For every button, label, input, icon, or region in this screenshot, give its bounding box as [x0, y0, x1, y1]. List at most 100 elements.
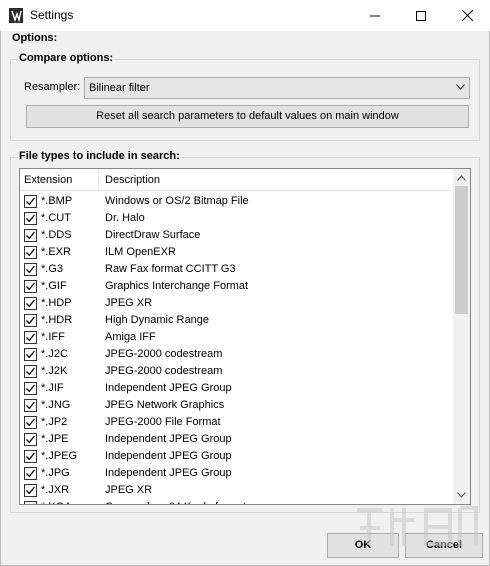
row-extension: *.CUT [41, 212, 71, 224]
title-bar[interactable]: Settings [0, 0, 490, 31]
reset-parameters-button[interactable]: Reset all search parameters to default v… [26, 105, 469, 128]
check-icon [26, 401, 35, 410]
row-description: Independent JPEG Group [105, 467, 232, 479]
file-types-list[interactable]: Extension Description *.BMP Windows or OS… [19, 168, 471, 505]
list-item[interactable]: *.EXR ILM OpenEXR [20, 244, 450, 261]
row-extension: *.JNG [41, 399, 71, 411]
list-item[interactable]: *.JPG Independent JPEG Group [20, 465, 450, 482]
row-extension: *.EXR [41, 246, 71, 258]
app-icon [9, 8, 23, 23]
row-checkbox[interactable] [24, 314, 37, 327]
compare-options-title: Compare options: [18, 52, 115, 64]
column-header-description[interactable]: Description [105, 174, 160, 186]
scroll-up-icon[interactable] [457, 175, 466, 181]
close-button[interactable] [444, 0, 490, 31]
check-icon [26, 333, 35, 342]
column-divider[interactable] [98, 169, 99, 191]
row-checkbox[interactable] [24, 348, 37, 361]
row-checkbox[interactable] [24, 501, 37, 504]
row-checkbox[interactable] [24, 450, 37, 463]
list-item[interactable]: *.JPE Independent JPEG Group [20, 431, 450, 448]
check-icon [26, 350, 35, 359]
row-checkbox[interactable] [24, 467, 37, 480]
row-description: Commodore 64 Koala format [105, 501, 246, 504]
file-types-title: File types to include in search: [18, 150, 181, 162]
list-item[interactable]: *.CUT Dr. Halo [20, 210, 450, 227]
check-icon [26, 197, 35, 206]
row-description: Amiga IFF [105, 331, 156, 343]
row-extension: *.JP2 [41, 416, 68, 428]
check-icon [26, 231, 35, 240]
check-icon [26, 418, 35, 427]
row-extension: *.GIF [41, 280, 67, 292]
check-icon [26, 299, 35, 308]
row-description: JPEG-2000 codestream [105, 365, 223, 377]
column-header-extension[interactable]: Extension [24, 174, 72, 186]
row-extension: *.BMP [41, 195, 73, 207]
row-checkbox[interactable] [24, 399, 37, 412]
list-item[interactable]: *.JNG JPEG Network Graphics [20, 397, 450, 414]
check-icon [33, 503, 35, 504]
list-rows: *.BMP Windows or OS/2 Bitmap File *.CUT Dr.… [20, 193, 450, 504]
list-item[interactable]: *.JP2 JPEG-2000 File Format [20, 414, 450, 431]
check-icon [26, 435, 35, 444]
row-checkbox[interactable] [24, 195, 37, 208]
vertical-scrollbar[interactable] [453, 169, 470, 504]
chevron-down-icon [456, 84, 465, 90]
row-checkbox[interactable] [24, 331, 37, 344]
row-description: Raw Fax format CCITT G3 [105, 263, 236, 275]
row-checkbox[interactable] [24, 280, 37, 293]
check-icon [26, 367, 35, 376]
row-description: JPEG Network Graphics [105, 399, 225, 411]
list-item[interactable]: *.JXR JPEG XR [20, 482, 450, 499]
row-description: ILM OpenEXR [105, 246, 176, 258]
row-checkbox[interactable] [24, 382, 37, 395]
resampler-select[interactable]: Bilinear filter [84, 77, 470, 99]
list-item[interactable]: *.GIF Graphics Interchange Format [20, 278, 450, 295]
row-extension: *.JPEG [41, 450, 78, 462]
window-title: Settings [30, 8, 74, 22]
row-checkbox[interactable] [24, 263, 37, 276]
check-icon [26, 214, 35, 223]
check-icon [26, 469, 35, 478]
list-item[interactable]: *.J2C JPEG-2000 codestream [20, 346, 450, 363]
list-item[interactable]: *.HDR High Dynamic Range [20, 312, 450, 329]
list-item[interactable]: *.IFF Amiga IFF [20, 329, 450, 346]
row-checkbox[interactable] [24, 246, 37, 259]
list-item[interactable]: *.G3 Raw Fax format CCITT G3 [20, 261, 450, 278]
row-description: DirectDraw Surface [105, 229, 201, 241]
row-checkbox[interactable] [24, 297, 37, 310]
row-checkbox[interactable] [24, 229, 37, 242]
check-icon [26, 384, 35, 393]
row-extension: *.J2K [41, 365, 68, 377]
row-checkbox[interactable] [24, 484, 37, 497]
row-checkbox[interactable] [24, 416, 37, 429]
list-item[interactable]: *.JIF Independent JPEG Group [20, 380, 450, 397]
scroll-down-icon[interactable] [457, 492, 466, 498]
row-checkbox[interactable] [24, 365, 37, 378]
list-item[interactable]: *.JPEG Independent JPEG Group [20, 448, 450, 465]
list-item[interactable]: *.BMP Windows or OS/2 Bitmap File [20, 193, 450, 210]
scrollbar-thumb[interactable] [455, 186, 468, 314]
row-checkbox[interactable] [24, 433, 37, 446]
row-extension: *.HDP [41, 297, 72, 309]
row-extension: *.IFF [41, 331, 65, 343]
close-icon [461, 10, 473, 21]
row-extension: *.J2C [41, 348, 68, 360]
check-icon [26, 265, 35, 274]
list-item[interactable]: *.HDP JPEG XR [20, 295, 450, 312]
row-checkbox[interactable] [24, 212, 37, 225]
row-extension: *.JXR [41, 484, 70, 496]
row-description: JPEG XR [105, 484, 153, 496]
list-item[interactable]: *.DDS DirectDraw Surface [20, 227, 450, 244]
list-item[interactable]: *.J2K JPEG-2000 codestream [20, 363, 450, 380]
row-description: High Dynamic Range [105, 314, 209, 326]
resampler-value: Bilinear filter [89, 82, 150, 94]
maximize-icon [416, 10, 426, 21]
maximize-button[interactable] [398, 0, 444, 31]
check-icon [26, 282, 35, 291]
check-icon [26, 316, 35, 325]
options-label: Options: [12, 32, 58, 44]
check-icon [26, 486, 35, 495]
minimize-button[interactable] [352, 0, 398, 31]
